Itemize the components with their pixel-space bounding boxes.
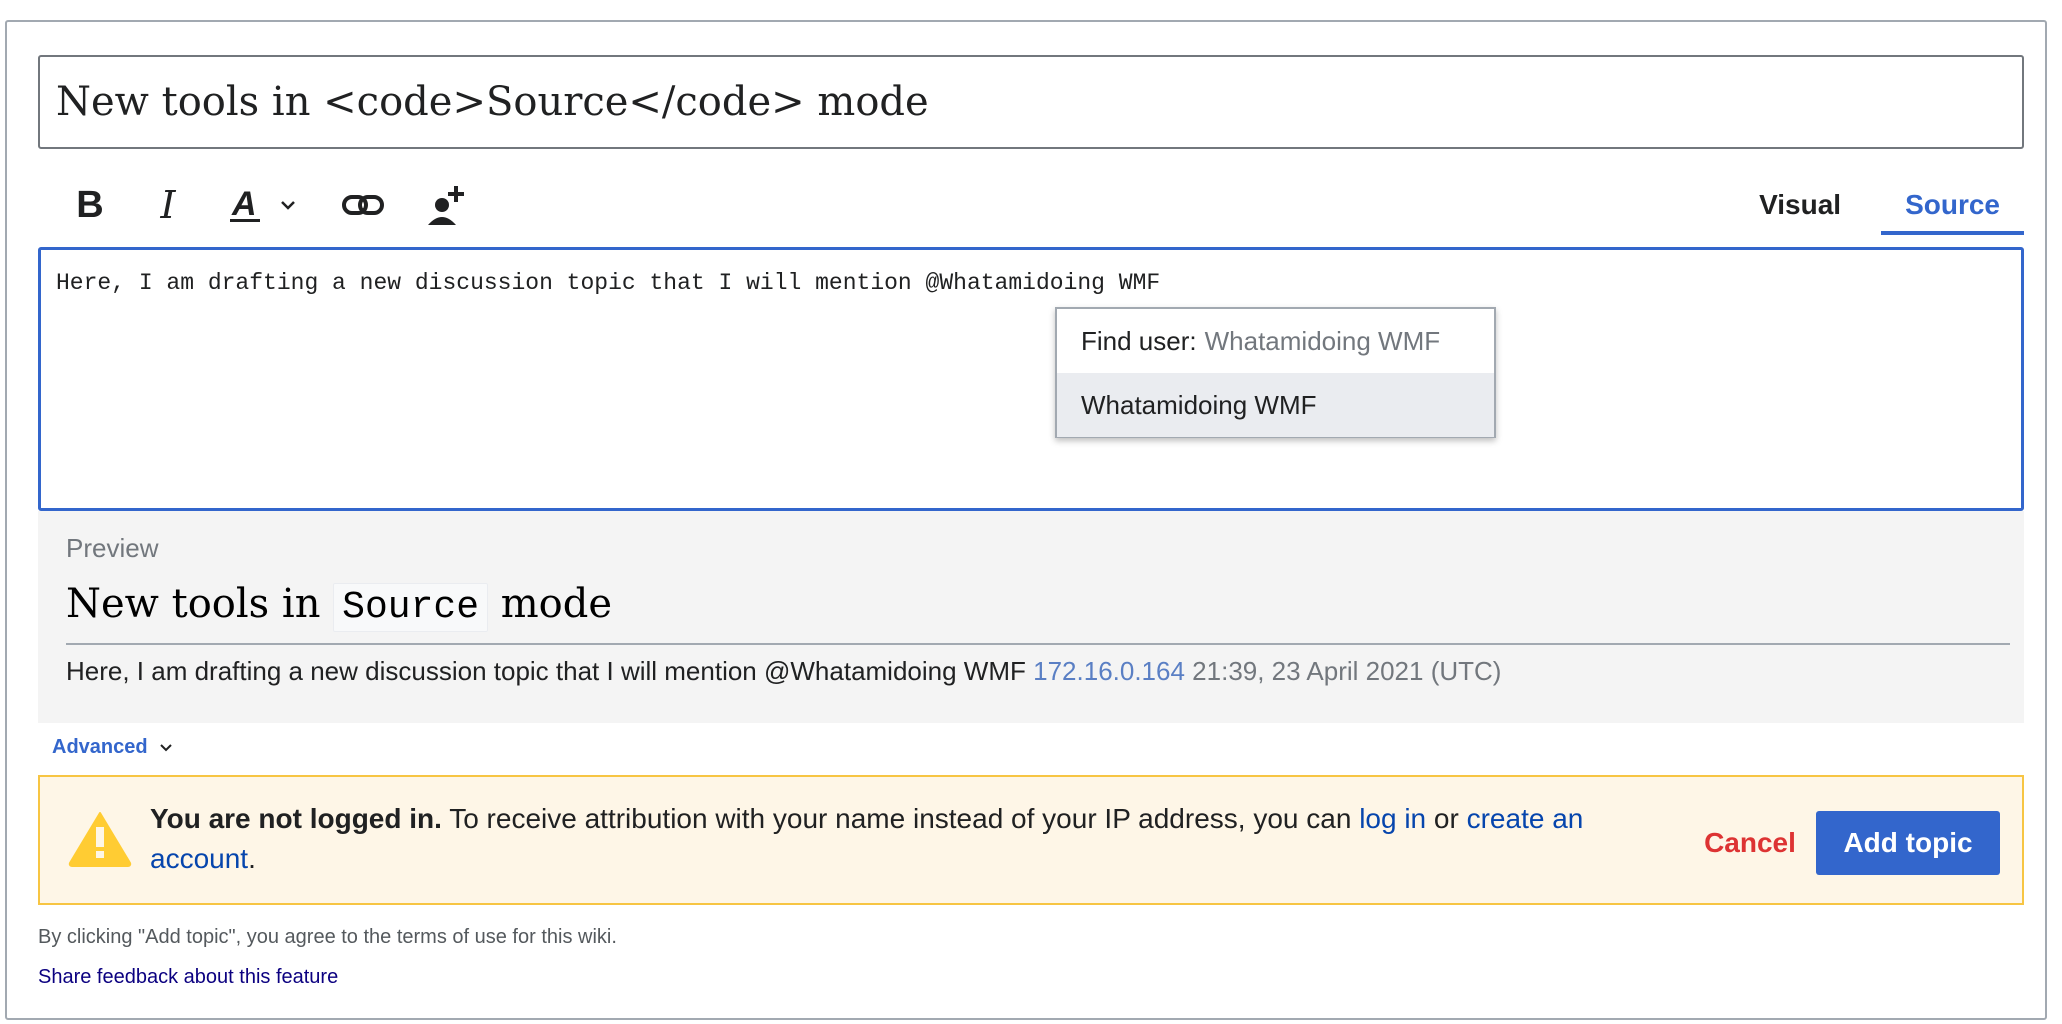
- find-user-label: Find user:: [1081, 325, 1197, 356]
- warning-text: You are not logged in. To receive attrib…: [150, 799, 1650, 879]
- svg-text:A: A: [231, 185, 257, 223]
- share-feedback-link[interactable]: Share feedback about this feature: [38, 966, 338, 989]
- chevron-down-icon: [159, 743, 172, 751]
- preview-panel: Preview New tools in Source mode Here, I…: [38, 511, 2024, 723]
- mention-user-button[interactable]: [408, 170, 488, 240]
- bold-button[interactable]: B: [60, 170, 120, 240]
- editor-mode-tabs: Visual Source: [1735, 175, 2024, 237]
- preview-heading: New tools in Source mode: [66, 573, 2010, 645]
- preview-body-text: Here, I am drafting a new discussion top…: [66, 656, 1026, 686]
- chevron-down-icon: [281, 201, 295, 210]
- login-link[interactable]: log in: [1359, 803, 1426, 834]
- signature-ip-link[interactable]: 172.16.0.164: [1033, 656, 1185, 686]
- mention-user-icon: [428, 186, 464, 225]
- warning-icon: [68, 812, 132, 867]
- cancel-button[interactable]: Cancel: [1690, 811, 1810, 875]
- warning-body: To receive attribution with your name in…: [449, 803, 1352, 834]
- user-suggestion[interactable]: Whatamidoing WMF: [1057, 373, 1494, 437]
- warning-end: .: [248, 843, 256, 874]
- bold-icon: B: [76, 183, 104, 226]
- editor-toolbar: B I A: [38, 170, 2028, 240]
- find-user-query: Whatamidoing WMF: [1204, 325, 1441, 356]
- terms-notice: By clicking "Add topic", you agree to th…: [38, 926, 617, 948]
- italic-button[interactable]: I: [138, 170, 198, 240]
- tab-visual[interactable]: Visual: [1735, 175, 1865, 235]
- preview-title-after: mode: [500, 581, 613, 627]
- text-style-icon: A: [230, 185, 260, 223]
- signature-timestamp: 21:39, 23 April 2021 (UTC): [1192, 656, 1502, 686]
- mention-suggestions-dropdown: Find user: Whatamidoing WMF Whatamidoing…: [1055, 307, 1496, 438]
- preview-label: Preview: [66, 533, 159, 563]
- find-user-option[interactable]: Find user: Whatamidoing WMF: [1057, 309, 1494, 373]
- preview-title-code: Source: [333, 583, 488, 632]
- link-button[interactable]: [328, 170, 398, 240]
- link-icon: [342, 195, 384, 215]
- advanced-toggle[interactable]: Advanced: [52, 736, 174, 759]
- add-topic-button[interactable]: Add topic: [1816, 811, 2000, 875]
- preview-body: Here, I am drafting a new discussion top…: [66, 656, 1501, 687]
- anon-warning-message: You are not logged in. To receive attrib…: [38, 775, 2024, 905]
- italic-icon: I: [160, 183, 176, 227]
- topic-title-input[interactable]: New tools in <code>Source</code> mode: [38, 55, 2024, 149]
- preview-title-before: New tools in: [66, 581, 321, 627]
- warning-or: or: [1433, 803, 1459, 834]
- warning-bold: You are not logged in.: [150, 803, 442, 834]
- comment-textarea[interactable]: Here, I am drafting a new discussion top…: [38, 247, 2024, 511]
- text-style-button[interactable]: A: [218, 170, 308, 240]
- tab-source[interactable]: Source: [1881, 175, 2024, 235]
- advanced-label: Advanced: [52, 736, 148, 758]
